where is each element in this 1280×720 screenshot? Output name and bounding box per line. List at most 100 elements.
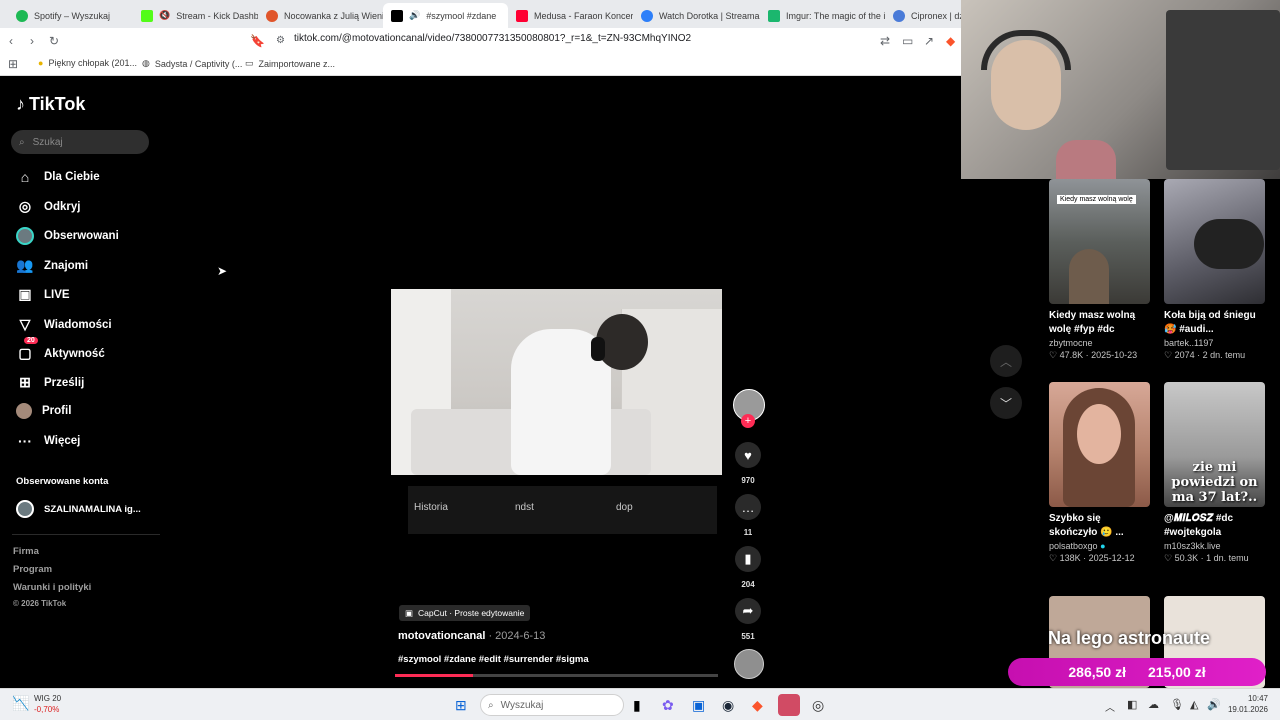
- app-icon[interactable]: [778, 694, 800, 716]
- nav-przeslij[interactable]: ⊞ Prześlij: [16, 374, 84, 391]
- bookmark-icon[interactable]: 🔖: [250, 34, 265, 48]
- comment-button[interactable]: …: [735, 494, 761, 520]
- forward-icon[interactable]: ›: [30, 34, 34, 48]
- previous-video-button[interactable]: ︿: [990, 345, 1022, 377]
- bookmark-item[interactable]: ◍ Sadysta / Captivity (...: [142, 58, 242, 69]
- share-button[interactable]: ➦: [735, 598, 761, 624]
- chevron-up-icon: ︿: [999, 354, 1012, 369]
- steam-icon[interactable]: ◉: [722, 697, 734, 714]
- nav-znajomi[interactable]: 👥 Znajomi: [16, 257, 88, 274]
- video-player[interactable]: [391, 289, 722, 475]
- globe-icon: ◍: [142, 58, 150, 68]
- recommended-card[interactable]: Szybko się skończyło 🥲 ... polsatboxgo ●…: [1049, 382, 1150, 564]
- back-icon[interactable]: ‹: [9, 34, 13, 48]
- footer-program[interactable]: Program: [13, 564, 52, 575]
- nav-live[interactable]: ▣ LIVE: [16, 286, 69, 303]
- recommended-card[interactable]: Koła biją od śniegu 🥵 #audi... bartek..1…: [1164, 179, 1265, 361]
- card-stats: ♡ 2074 · 2 dn. temu: [1164, 350, 1246, 360]
- volume-icon[interactable]: 🔊: [1207, 698, 1221, 711]
- cloud-icon[interactable]: ☁: [1148, 698, 1159, 711]
- menu-historia[interactable]: Historia: [414, 502, 448, 513]
- tab-dorotka[interactable]: Watch Dorotka | Streamal: [633, 3, 760, 28]
- site-settings-icon[interactable]: ⚙: [276, 35, 285, 46]
- video-author[interactable]: motovationcanal · 2024-6-13: [398, 630, 545, 642]
- recommended-card[interactable]: zie mi powiedzi on ma 37 lat?.. @𝑴𝑰𝑳𝑶𝑺𝒁 …: [1164, 382, 1265, 564]
- translate-icon[interactable]: ⇄: [880, 34, 890, 48]
- tab-imgur[interactable]: Imgur: The magic of the i: [760, 3, 885, 28]
- card-user: bartek..1197: [1164, 338, 1214, 348]
- bookmark-icon: ▮: [744, 551, 752, 566]
- recommended-panel: Kiedy masz wolną wolę Kiedy masz wolną w…: [1032, 179, 1280, 688]
- sound-disc-icon[interactable]: [734, 649, 764, 679]
- nav-label: Prześlij: [44, 376, 85, 389]
- search-input[interactable]: ⌕ Szukaj: [11, 130, 149, 154]
- nav-label: Aktywność: [44, 347, 105, 360]
- screen-icon[interactable]: ▭: [902, 34, 913, 48]
- share-icon[interactable]: ↗: [924, 34, 934, 48]
- menu-dop[interactable]: dop: [616, 502, 633, 513]
- recommended-card[interactable]: Kiedy masz wolną wolę Kiedy masz wolną w…: [1049, 179, 1150, 361]
- thumbnail-car: [1194, 219, 1264, 269]
- author-name: motovationcanal: [398, 630, 486, 642]
- menu-ndst[interactable]: ndst: [515, 502, 534, 513]
- card-thumbnail: zie mi powiedzi on ma 37 lat?..: [1164, 382, 1265, 507]
- save-button[interactable]: ▮: [735, 546, 761, 572]
- thumbnail-person: [1069, 249, 1109, 304]
- tab-nocowanka[interactable]: Nocowanka z Julią Wienia: [258, 3, 383, 28]
- tab-tiktok-active[interactable]: 🔊 #szymool #zdane: [383, 3, 508, 28]
- brave-shield-icon[interactable]: ◆: [946, 34, 955, 48]
- tray-chevron-icon[interactable]: ︿: [1105, 699, 1115, 714]
- tab-spotify[interactable]: Spotify – Wyszukaj: [8, 3, 133, 28]
- send-icon: ▽: [19, 316, 31, 332]
- bookmark-item[interactable]: ● Piękny chłopak (201...: [38, 58, 137, 68]
- card-title: Koła biją od śniegu 🥵 #audi...: [1164, 310, 1256, 335]
- network-icon[interactable]: ◭: [1190, 698, 1198, 711]
- monitor: [1166, 10, 1280, 170]
- windows-start-icon[interactable]: ⊞: [455, 697, 467, 714]
- brave-icon[interactable]: ◆: [752, 697, 763, 714]
- footer-terms[interactable]: Warunki i polityki: [13, 582, 91, 593]
- nav-wiadomosci[interactable]: ▽ Wiadomości: [16, 316, 112, 333]
- nav-dla-ciebie[interactable]: ⌂ Dla Ciebie: [16, 169, 100, 185]
- nav-aktywnosc[interactable]: ▢ 20 Aktywność: [16, 337, 105, 362]
- folder-icon: ▭: [245, 58, 254, 68]
- clock-date[interactable]: 19.01.2026: [1224, 705, 1268, 714]
- bookmark-folder[interactable]: ▭ Zaimportowane z...: [245, 58, 335, 69]
- like-button[interactable]: ♥: [735, 442, 761, 468]
- card-stats: ♡ 47.8K · 2025-10-23: [1049, 350, 1138, 360]
- tiktok-logo[interactable]: ♪ TikTok: [16, 94, 85, 115]
- tab-cipronex[interactable]: Cipronex | dzi: [885, 3, 962, 28]
- nav-obserwowani[interactable]: Obserwowani: [16, 227, 119, 245]
- next-video-button[interactable]: ﹀: [990, 387, 1022, 419]
- store-icon[interactable]: ▣: [692, 697, 705, 714]
- bookmark-label: Piękny chłopak (201...: [48, 58, 137, 68]
- tab-kick[interactable]: 🔇 Stream - Kick Dashbo: [133, 3, 258, 28]
- microphone-icon[interactable]: 🎙: [1170, 698, 1184, 711]
- clock-time[interactable]: 10:47: [1230, 694, 1268, 703]
- nav-odkryj[interactable]: ◎ Odkryj: [16, 198, 81, 215]
- home-icon: ⌂: [20, 169, 30, 185]
- follow-plus-icon[interactable]: +: [741, 414, 755, 428]
- stock-name[interactable]: WIG 20: [34, 694, 61, 703]
- taskbar-search[interactable]: ⌕ Wyszukaj: [480, 694, 624, 716]
- logo-text: TikTok: [29, 94, 86, 114]
- nav-profil[interactable]: Profil: [16, 403, 71, 419]
- obs-icon[interactable]: ◎: [812, 697, 824, 714]
- footer-firma[interactable]: Firma: [13, 546, 39, 557]
- video-progress-bar[interactable]: [395, 674, 718, 677]
- tray-icon[interactable]: ◧: [1127, 698, 1137, 711]
- nav-label: Dla Ciebie: [44, 171, 100, 183]
- apps-grid-icon[interactable]: ⊞: [8, 57, 18, 71]
- video-hashtags[interactable]: #szymool #zdane #edit #surrender #sigma: [398, 654, 589, 665]
- bookmarks-bar: ⊞ ● Piękny chłopak (201... ◍ Sadysta / Cap…: [0, 52, 962, 76]
- task-view-icon[interactable]: ▮: [633, 697, 641, 714]
- reload-icon[interactable]: ↻: [49, 34, 59, 48]
- capcut-label: CapCut · Proste edytowanie: [418, 608, 525, 618]
- followed-account[interactable]: SZALINAMALINA ig...: [16, 500, 141, 518]
- share-count: 551: [741, 632, 755, 641]
- tab-medusa[interactable]: Medusa - Faraon Koncert: [508, 3, 633, 28]
- address-bar[interactable]: tiktok.com/@motovationcanal/video/738000…: [294, 33, 691, 44]
- nav-wiecej[interactable]: ··· Więcej: [16, 433, 80, 449]
- copilot-icon[interactable]: ✿: [662, 697, 674, 714]
- capcut-badge[interactable]: ▣ CapCut · Proste edytowanie: [399, 605, 531, 621]
